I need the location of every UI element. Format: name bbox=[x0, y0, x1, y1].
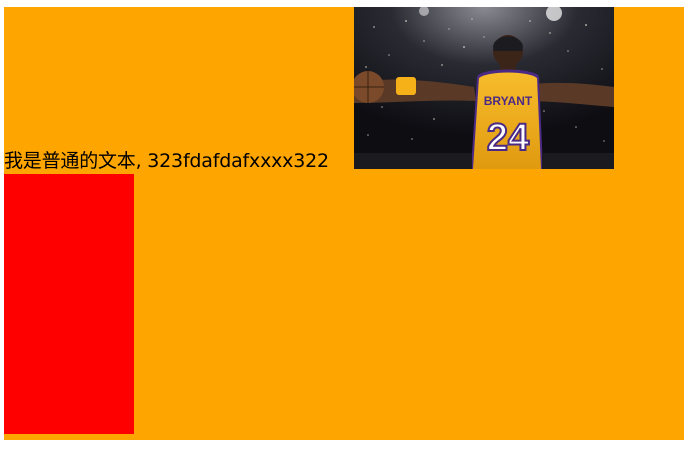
jersey-number: 24 bbox=[487, 117, 529, 159]
basketball-player-photo: BRYANT 24 bbox=[354, 7, 614, 169]
jersey-name: BRYANT bbox=[484, 94, 533, 108]
red-block bbox=[4, 174, 134, 434]
basketball-player-image: BRYANT 24 bbox=[354, 7, 614, 169]
inline-text: 我是普通的文本, 323fdafdafxxxx322 bbox=[4, 150, 329, 172]
orange-container: 我是普通的文本, 323fdafdafxxxx322 BRYANT 24 bbox=[4, 7, 684, 440]
